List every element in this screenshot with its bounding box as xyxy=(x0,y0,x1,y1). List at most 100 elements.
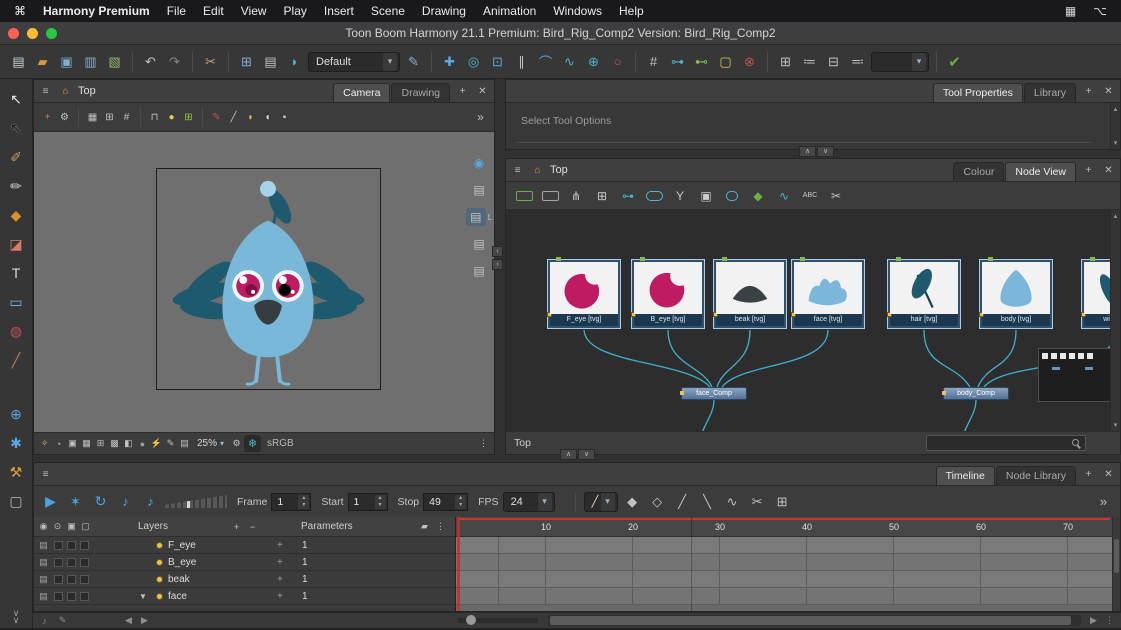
lock-icon[interactable]: ● xyxy=(164,110,179,125)
text-tool-icon[interactable]: T xyxy=(4,263,28,283)
world-view-icon[interactable]: ⊕ xyxy=(4,404,28,424)
split-node-icon[interactable]: Y xyxy=(670,186,690,206)
cut-cells-icon[interactable]: ✂ xyxy=(747,491,768,512)
transform-tool-icon[interactable]: ↖ xyxy=(4,118,28,138)
home-icon[interactable]: ⌂ xyxy=(58,84,73,99)
field-grid-icon[interactable]: ⊞ xyxy=(102,110,117,125)
node-body-comp[interactable]: body_Comp xyxy=(943,387,1009,400)
field-grid-icon[interactable]: ⊞ xyxy=(772,491,793,512)
layer-onion-checkbox[interactable] xyxy=(80,558,89,567)
pencil-mini-icon[interactable]: ✎ xyxy=(55,614,70,627)
cutter-tool-icon[interactable]: ╱ xyxy=(4,350,28,370)
undo-icon[interactable]: ↶ xyxy=(140,51,161,72)
node-in-port[interactable] xyxy=(640,257,645,261)
annotate-abc-icon[interactable]: ABC xyxy=(800,186,820,206)
scale-tool-icon[interactable]: ⊡ xyxy=(487,51,508,72)
safe-area-icon[interactable]: ▢ xyxy=(715,51,736,72)
node-face[interactable]: face [tvg] xyxy=(791,259,865,329)
motion-mode-combo[interactable]: ╱ ▾ xyxy=(584,492,618,512)
pencil-tool-icon[interactable]: ✏ xyxy=(4,176,28,196)
add-drawing-node-icon[interactable] xyxy=(540,186,560,206)
settings-gear-icon[interactable]: ⚙ xyxy=(230,437,243,450)
splitter-collapse-down[interactable]: ∨ xyxy=(817,146,834,157)
show-grid-icon[interactable]: ▦ xyxy=(85,110,100,125)
edit-colour-icon[interactable]: ✎ xyxy=(403,51,424,72)
swatch-icon[interactable]: ◗ xyxy=(284,51,305,72)
spline-icon[interactable]: ∿ xyxy=(559,51,580,72)
close-view-icon[interactable]: ✕ xyxy=(1101,467,1116,482)
hand-tool-icon[interactable]: ✱ xyxy=(4,433,28,453)
add-view-icon[interactable]: + xyxy=(455,84,470,99)
expand-group-icon[interactable]: ▼ xyxy=(139,592,147,601)
paste-icon[interactable]: ▤ xyxy=(260,51,281,72)
save-icon[interactable]: ▣ xyxy=(56,51,77,72)
node-graph-canvas[interactable]: F_eye [tvg] B_eye [tvg] beak [tvg] xyxy=(506,210,1120,431)
track-rows[interactable] xyxy=(456,537,1112,611)
add-view-icon[interactable]: + xyxy=(1081,467,1096,482)
align-view-icon[interactable]: ⊓ xyxy=(147,110,162,125)
light-table-icon[interactable]: ◗ xyxy=(243,110,258,125)
delete-keyframe-icon[interactable]: ◇ xyxy=(647,491,668,512)
onion-skin-icon[interactable]: ◔ xyxy=(52,437,65,450)
prev-frame-icon[interactable]: ◀ xyxy=(121,614,136,627)
annotate-icon[interactable]: ✎ xyxy=(164,437,177,450)
menu-help[interactable]: Help xyxy=(619,4,644,18)
start-spinbox[interactable]: 1 ▴▾ xyxy=(348,493,388,511)
active-layer-icon[interactable]: ▤ xyxy=(466,208,486,226)
enable-all-icon[interactable]: ⊙ xyxy=(51,520,64,533)
node-in-port[interactable] xyxy=(722,257,727,261)
toolbar-overflow-chevrons[interactable]: ∨∨ xyxy=(13,610,20,624)
track-row[interactable] xyxy=(456,554,1112,571)
tab-drawing[interactable]: Drawing xyxy=(391,83,450,102)
settings-gear-icon[interactable]: ⚙ xyxy=(57,110,72,125)
options-dots-icon[interactable]: ⋮ xyxy=(434,520,447,533)
light-bulb-icon[interactable]: ✧ xyxy=(38,437,51,450)
menu-scene[interactable]: Scene xyxy=(371,4,405,18)
play-button[interactable]: ▶ xyxy=(40,491,61,512)
waveform-icon[interactable]: ∿ xyxy=(774,186,794,206)
menubar-control-center-icon[interactable]: ⌥ xyxy=(1093,4,1107,18)
layer-name[interactable]: beak xyxy=(168,574,190,585)
connect-cable-icon[interactable]: ⊶ xyxy=(618,186,638,206)
camera-mask-icon[interactable]: ▣ xyxy=(66,437,79,450)
layer-stack-icon[interactable]: ▤ xyxy=(469,235,489,253)
resize-grip-icon[interactable]: ⋮ xyxy=(1102,614,1117,627)
node-body[interactable]: body [tvg] xyxy=(979,259,1053,329)
camera-viewport[interactable]: ◉ ▤ ▤ L ▤ ▤ xyxy=(34,132,494,432)
render-flash-icon[interactable]: ⚡ xyxy=(150,437,163,450)
fps-combo[interactable]: 24 ▾ xyxy=(503,492,555,512)
chevron-down-icon[interactable]: ▾ xyxy=(538,493,552,511)
layer-stack-icon[interactable]: ▤ xyxy=(469,262,489,280)
show-sound-waveform-icon[interactable]: ∿ xyxy=(722,491,743,512)
menu-file[interactable]: File xyxy=(167,4,186,18)
grid-toggle-icon[interactable]: # xyxy=(643,51,664,72)
outline-mode-icon[interactable]: ○ xyxy=(607,51,628,72)
frame-spinbox[interactable]: 1 ▴▾ xyxy=(271,493,311,511)
scrollbar-thumb[interactable] xyxy=(550,616,1071,625)
solo-mode-icon[interactable]: ◉ xyxy=(37,520,50,533)
node-view-minimap[interactable] xyxy=(1038,348,1112,402)
node-f-eye[interactable]: F_eye [tvg] xyxy=(547,259,621,329)
layer-lock-checkbox[interactable] xyxy=(67,541,76,550)
add-view-icon[interactable]: + xyxy=(1081,84,1096,99)
layer-stack-icon[interactable]: ▤ xyxy=(469,181,489,199)
timeline-vertical-scrollbar[interactable] xyxy=(1112,517,1120,611)
track-row[interactable] xyxy=(456,588,1112,605)
add-display-node-icon[interactable] xyxy=(722,186,742,206)
folder-icon[interactable]: ▰ xyxy=(418,520,431,533)
show-data-icon[interactable]: ▣ xyxy=(65,520,78,533)
splitter-collapse-up[interactable]: ∧ xyxy=(560,449,577,460)
check-icon[interactable]: ✔ xyxy=(944,51,965,72)
layer-row-f-eye[interactable]: ▤ F_eye + 1 xyxy=(34,537,455,554)
collapse-icon[interactable]: ⊟ xyxy=(823,51,844,72)
expand-parameters-icon[interactable]: + xyxy=(277,557,283,568)
volume-slider[interactable] xyxy=(165,495,227,508)
next-frame-icon[interactable]: ▶ xyxy=(137,614,152,627)
splitter-collapse-right[interactable]: › xyxy=(492,259,503,270)
scroll-right-icon[interactable]: ▶ xyxy=(1086,614,1101,627)
chevron-down-icon[interactable]: ▾ xyxy=(383,53,397,71)
fill-swatch-icon[interactable]: ▪ xyxy=(277,110,292,125)
node-in-port[interactable] xyxy=(896,257,901,261)
eraser-tool-icon[interactable]: ◪ xyxy=(4,234,28,254)
node-in-port[interactable] xyxy=(1090,257,1095,261)
